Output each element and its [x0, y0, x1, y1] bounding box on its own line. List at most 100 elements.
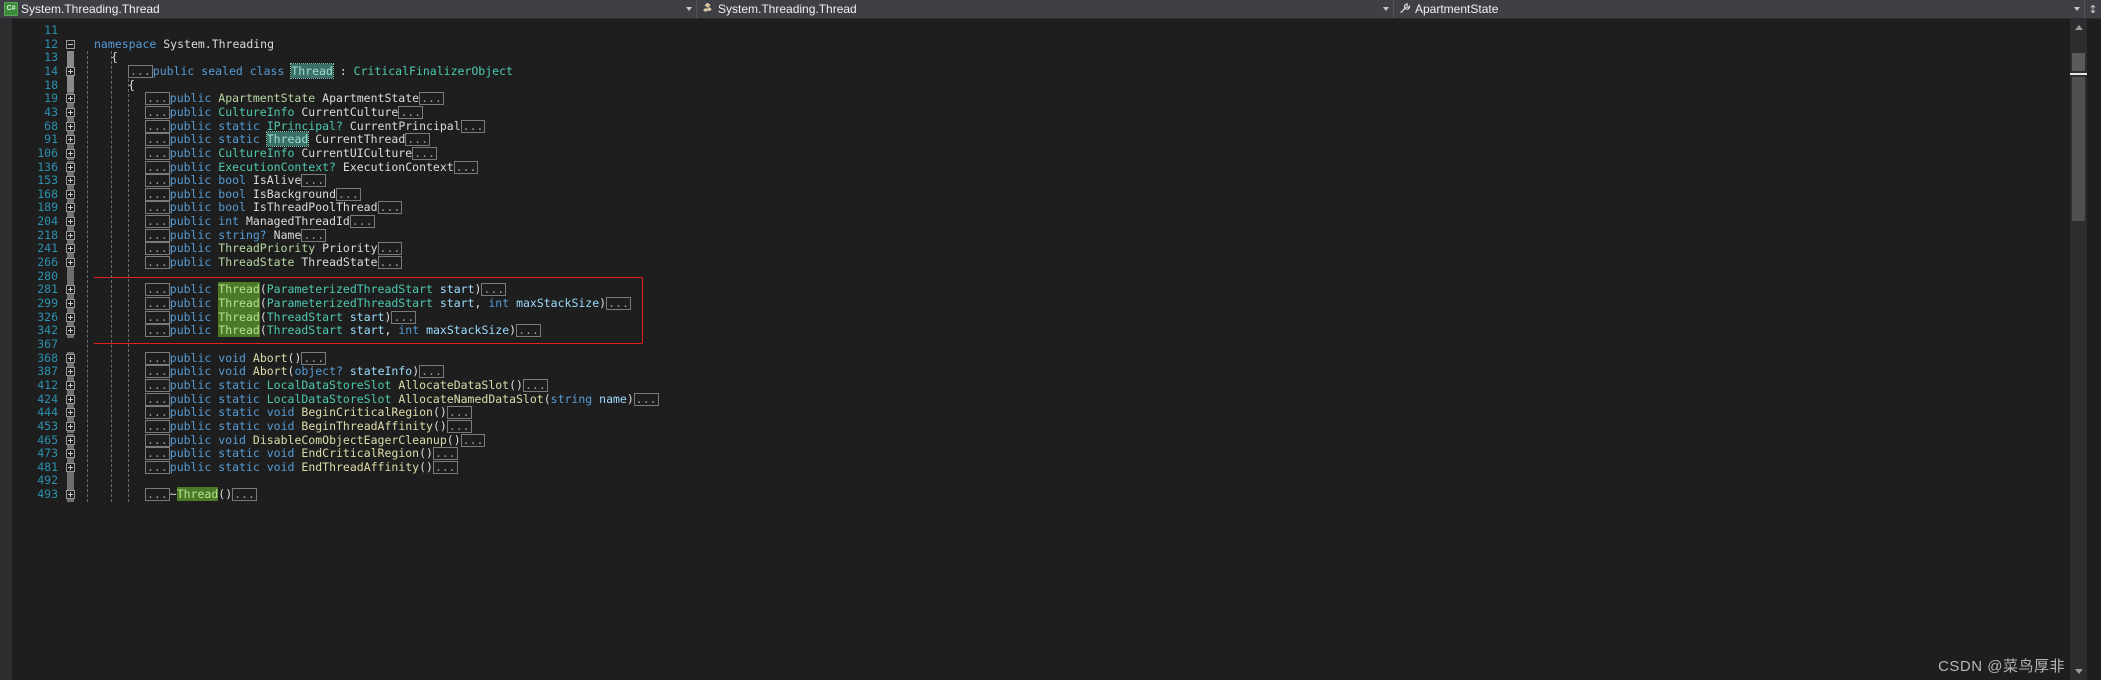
- vertical-scrollbar[interactable]: [2070, 19, 2101, 680]
- code-line[interactable]: ... public ExecutionContext? ExecutionCon…: [94, 160, 2070, 175]
- scroll-down-arrow-icon[interactable]: [2070, 663, 2087, 680]
- code-line[interactable]: [94, 24, 2070, 38]
- collapsed-region-placeholder[interactable]: ...: [391, 310, 417, 324]
- collapsed-region-placeholder[interactable]: ...: [232, 488, 257, 502]
- collapsed-region-placeholder[interactable]: ...: [145, 201, 170, 215]
- expand-fold-icon[interactable]: [66, 285, 75, 295]
- code-line[interactable]: ... public sealed class Thread : Critical…: [94, 62, 2070, 79]
- collapsed-region-placeholder[interactable]: ...: [145, 297, 170, 310]
- code-line[interactable]: ... public static LocalDataStoreSlot Allo…: [94, 378, 2070, 393]
- collapsed-region-placeholder[interactable]: ...: [145, 283, 170, 297]
- scroll-up-arrow-icon[interactable]: [2070, 19, 2087, 36]
- collapsed-region-placeholder[interactable]: ...: [145, 160, 170, 174]
- collapsed-region-placeholder[interactable]: ...: [301, 174, 327, 188]
- collapsed-region-placeholder[interactable]: ...: [377, 242, 403, 256]
- expand-fold-icon[interactable]: [66, 258, 75, 268]
- expand-fold-icon[interactable]: [66, 421, 75, 431]
- outlining-bar-segment[interactable]: [67, 269, 74, 284]
- code-line[interactable]: {: [94, 50, 2070, 65]
- collapsed-region-placeholder[interactable]: ...: [145, 365, 170, 379]
- expand-fold-icon[interactable]: [66, 217, 75, 227]
- collapsed-region-placeholder[interactable]: ...: [145, 133, 170, 147]
- collapsed-region-placeholder[interactable]: ...: [377, 256, 403, 270]
- collapsed-region-placeholder[interactable]: ...: [145, 433, 170, 447]
- collapsed-region-placeholder[interactable]: ...: [446, 406, 472, 420]
- collapsed-region-placeholder[interactable]: ...: [432, 447, 458, 461]
- code-line[interactable]: [94, 338, 2070, 352]
- code-line[interactable]: ... public static Thread CurrentThread...: [94, 131, 2070, 148]
- member-dropdown[interactable]: ApartmentState: [1394, 0, 2085, 18]
- collapsed-region-placeholder[interactable]: ...: [398, 105, 424, 119]
- expand-fold-icon[interactable]: [66, 162, 75, 172]
- code-line[interactable]: [94, 474, 2070, 488]
- chevron-down-icon[interactable]: [682, 7, 696, 11]
- collapsed-region-placeholder[interactable]: ...: [145, 488, 170, 502]
- collapsed-region-placeholder[interactable]: ...: [145, 351, 170, 365]
- collapsed-region-placeholder[interactable]: ...: [145, 256, 170, 270]
- code-line[interactable]: ... public static void EndThreadAffinity(…: [94, 460, 2070, 475]
- code-line[interactable]: ... public Thread(ThreadStart start)...: [94, 309, 2070, 325]
- collapsed-region-placeholder[interactable]: ...: [145, 324, 170, 338]
- collapsed-region-placeholder[interactable]: ...: [633, 392, 659, 406]
- collapsed-region-placeholder[interactable]: ...: [349, 215, 375, 229]
- code-line[interactable]: ... public CultureInfo CurrentCulture...: [94, 105, 2070, 120]
- chevron-down-icon[interactable]: [1379, 7, 1393, 11]
- code-line[interactable]: ... public static void EndCriticalRegion(…: [94, 446, 2070, 461]
- expand-fold-icon[interactable]: [66, 367, 75, 377]
- code-line[interactable]: ... public bool IsBackground...: [94, 187, 2070, 202]
- project-dropdown[interactable]: C# System.Threading.Thread: [0, 0, 697, 18]
- type-dropdown[interactable]: System.Threading.Thread: [697, 0, 1394, 18]
- expand-fold-icon[interactable]: [66, 107, 75, 117]
- code-line[interactable]: ... public static LocalDataStoreSlot Allo…: [94, 392, 2070, 407]
- expand-fold-icon[interactable]: [66, 244, 75, 254]
- expand-fold-icon[interactable]: [66, 189, 75, 199]
- expand-fold-icon[interactable]: [66, 312, 75, 322]
- expand-fold-icon[interactable]: [66, 408, 75, 418]
- collapsed-region-placeholder[interactable]: ...: [522, 378, 548, 392]
- collapsed-region-placeholder[interactable]: ...: [336, 187, 361, 201]
- code-line[interactable]: ... ~Thread()...: [94, 487, 2070, 502]
- collapsed-region-placeholder[interactable]: ...: [377, 201, 403, 215]
- collapsed-region-placeholder[interactable]: ...: [145, 119, 170, 133]
- collapsed-region-placeholder[interactable]: ...: [412, 146, 437, 160]
- code-line[interactable]: ... public static void BeginThreadAffinit…: [94, 419, 2070, 434]
- expand-fold-icon[interactable]: [66, 326, 75, 336]
- expand-fold-icon[interactable]: [66, 394, 75, 404]
- expand-fold-icon[interactable]: [66, 353, 75, 363]
- expand-fold-icon[interactable]: [66, 490, 75, 500]
- collapsed-region-placeholder[interactable]: ...: [301, 351, 327, 365]
- fold-toggle-margin[interactable]: [78, 19, 94, 680]
- collapsed-region-placeholder[interactable]: ...: [145, 92, 170, 106]
- collapsed-region-placeholder[interactable]: ...: [432, 460, 458, 474]
- expand-fold-icon[interactable]: [66, 121, 75, 131]
- code-line[interactable]: ... public bool IsAlive...: [94, 173, 2070, 188]
- collapsed-region-placeholder[interactable]: ...: [145, 406, 170, 420]
- collapsed-region-placeholder[interactable]: ...: [145, 105, 170, 119]
- outlining-bar-segment[interactable]: [67, 474, 74, 489]
- outlining-fold-bar[interactable]: [64, 19, 78, 680]
- collapsed-region-placeholder[interactable]: ...: [145, 146, 170, 160]
- expand-fold-icon[interactable]: [66, 203, 75, 213]
- expand-fold-icon[interactable]: [66, 66, 75, 76]
- outlining-bar-segment[interactable]: [67, 51, 74, 65]
- collapsed-region-placeholder[interactable]: ...: [481, 283, 507, 297]
- expand-fold-icon[interactable]: [66, 148, 75, 158]
- collapsed-region-placeholder[interactable]: ...: [516, 324, 541, 338]
- code-line[interactable]: ... public static void BeginCriticalRegio…: [94, 405, 2070, 420]
- code-line[interactable]: namespace System.Threading: [94, 37, 2070, 52]
- collapsed-region-placeholder[interactable]: ...: [460, 433, 486, 447]
- expand-fold-icon[interactable]: [66, 176, 75, 186]
- collapsed-region-placeholder[interactable]: ...: [453, 160, 479, 174]
- expand-fold-icon[interactable]: [66, 230, 75, 240]
- code-line[interactable]: ... public bool IsThreadPoolThread...: [94, 201, 2070, 215]
- collapsed-region-placeholder[interactable]: ...: [606, 297, 631, 310]
- code-line[interactable]: ... public ThreadState ThreadState...: [94, 255, 2070, 270]
- collapsed-region-placeholder[interactable]: ...: [145, 187, 170, 201]
- collapsed-region-placeholder[interactable]: ...: [145, 310, 170, 324]
- collapsed-region-placeholder[interactable]: ...: [145, 392, 170, 406]
- collapsed-region-placeholder[interactable]: ...: [301, 228, 327, 242]
- code-text-area[interactable]: namespace System.Threading{... public sea…: [94, 19, 2070, 680]
- expand-fold-icon[interactable]: [66, 299, 75, 308]
- code-line[interactable]: ... public ApartmentState ApartmentState.…: [94, 91, 2070, 106]
- collapsed-region-placeholder[interactable]: ...: [145, 174, 170, 188]
